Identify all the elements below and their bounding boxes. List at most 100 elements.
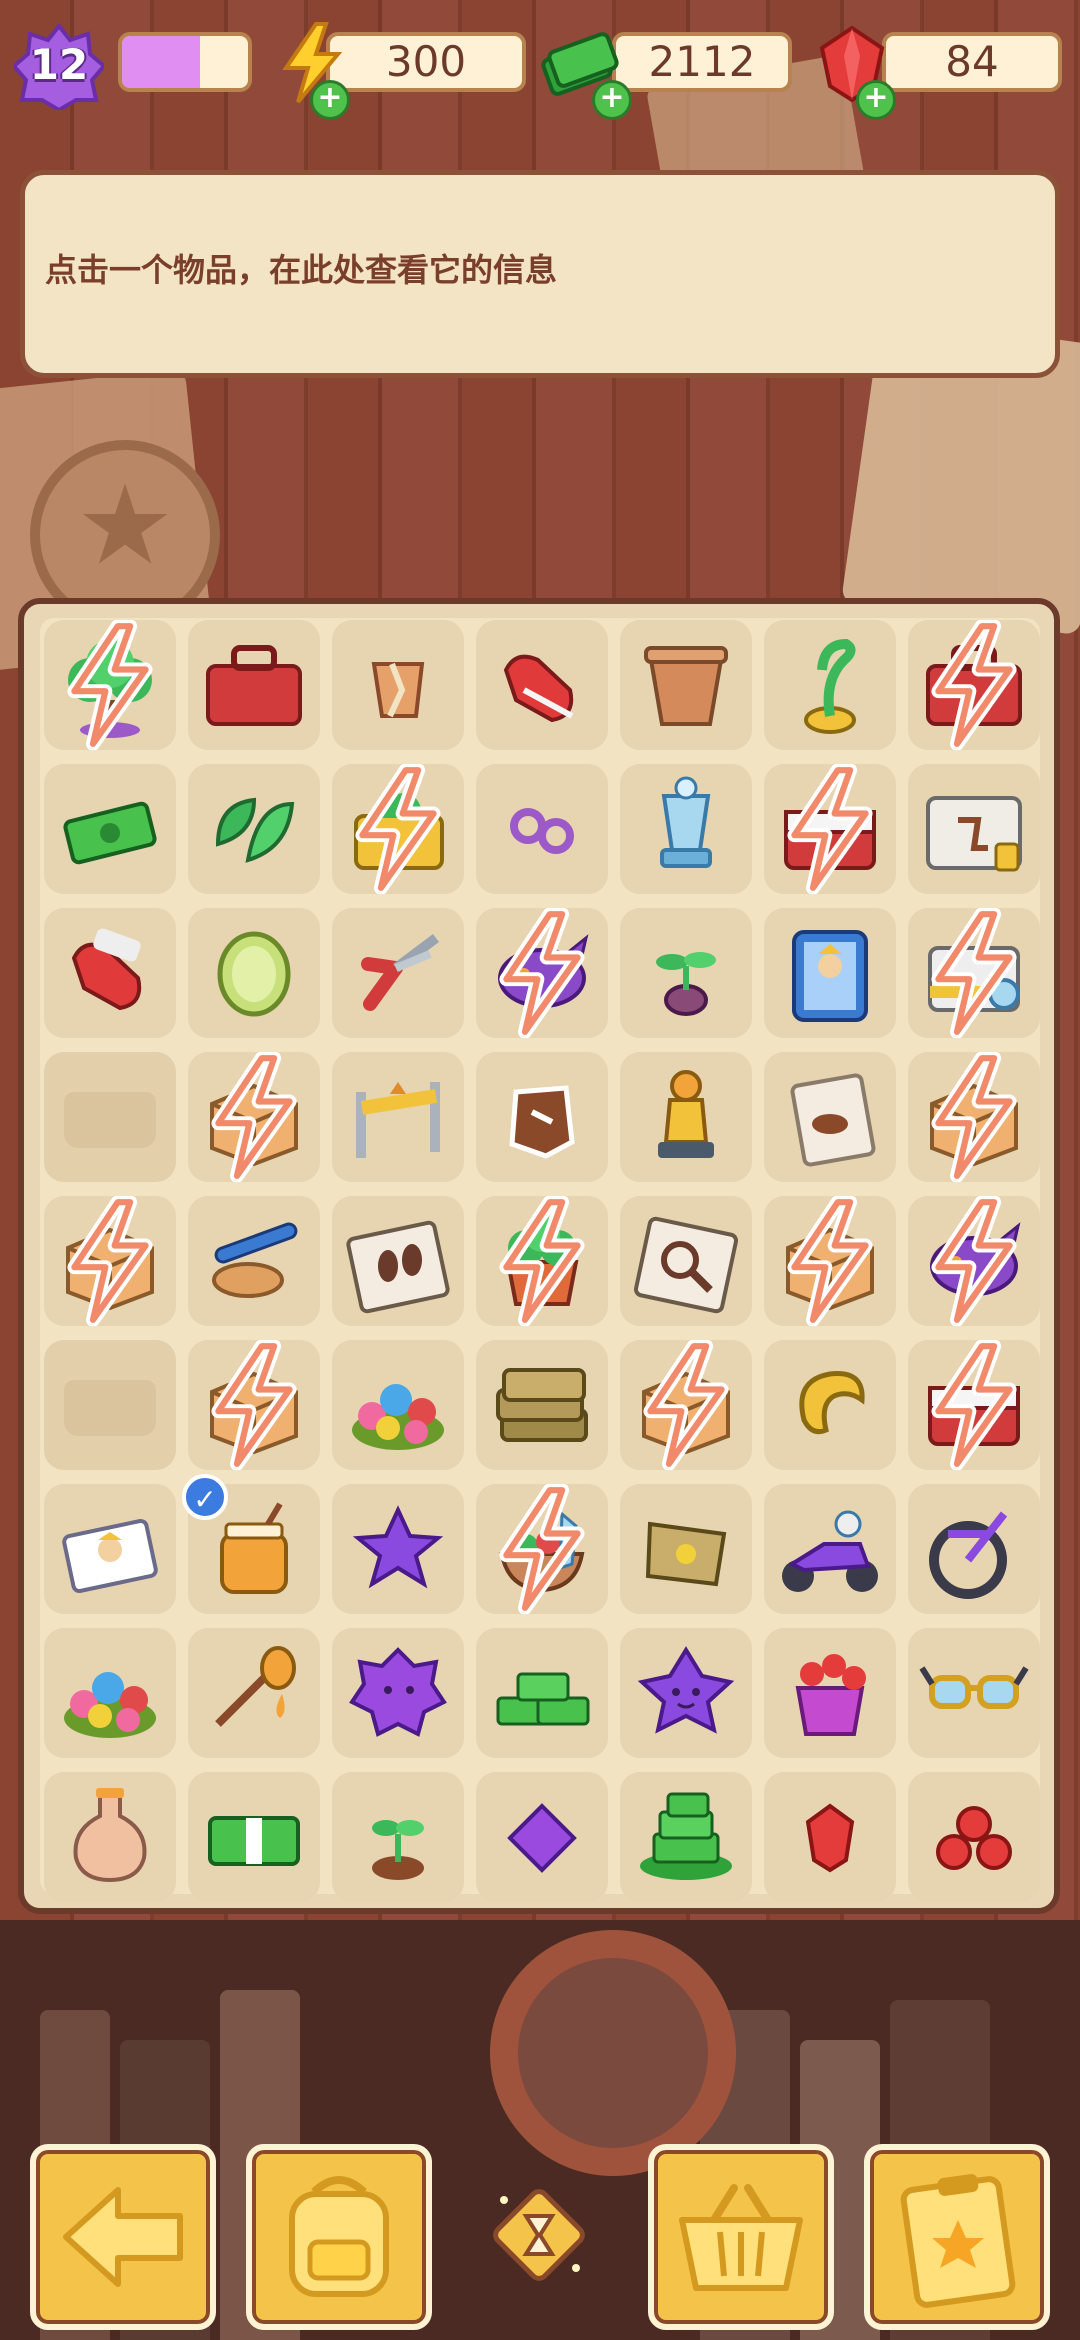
generator-energy-icon [499, 1484, 585, 1614]
board-cell[interactable] [332, 1484, 464, 1614]
board-cell[interactable] [188, 620, 320, 750]
clipboard-star-icon [900, 2174, 1016, 2308]
board-cell[interactable] [332, 620, 464, 750]
board-cell[interactable] [764, 908, 896, 1038]
generator-energy-icon [211, 1052, 297, 1182]
potion-bottle-icon [73, 1788, 147, 1883]
board-cell[interactable] [620, 1052, 752, 1182]
board-cell[interactable] [188, 1340, 320, 1470]
flower-bouquet-icon [352, 1384, 444, 1450]
board-cell[interactable] [764, 1484, 896, 1614]
generator-energy-icon [355, 764, 441, 894]
board-cell[interactable] [908, 1196, 1040, 1326]
board-cell[interactable] [476, 1196, 608, 1326]
add-gem-button[interactable]: + [856, 80, 896, 120]
board-cell[interactable] [620, 1772, 752, 1902]
character-card-icon [62, 1518, 158, 1594]
board-cell[interactable] [764, 764, 896, 894]
board-cell[interactable] [908, 1772, 1040, 1902]
board-cell[interactable] [188, 908, 320, 1038]
board-cell[interactable] [44, 1196, 176, 1326]
board-cell[interactable] [764, 1052, 896, 1182]
board-cell[interactable] [764, 1340, 896, 1470]
board-cell[interactable] [332, 1772, 464, 1902]
board-cell[interactable] [188, 1196, 320, 1326]
board-cell[interactable] [476, 1052, 608, 1182]
board-grid: ✓ [40, 618, 1040, 1902]
board-cell[interactable] [908, 1484, 1040, 1614]
board-cell[interactable] [476, 1340, 608, 1470]
board-cell[interactable] [476, 908, 608, 1038]
purple-gem-icon [507, 1803, 577, 1873]
board-cell[interactable] [44, 1628, 176, 1758]
board-cell[interactable] [620, 620, 752, 750]
board-cell[interactable] [476, 620, 608, 750]
generator-energy-icon [499, 908, 585, 1038]
board-cell[interactable] [764, 620, 896, 750]
board-cell[interactable] [620, 908, 752, 1038]
board-cell[interactable] [764, 1772, 896, 1902]
board-cell[interactable] [620, 1196, 752, 1326]
board-cell[interactable] [332, 1052, 464, 1182]
empty-cell[interactable] [44, 1052, 176, 1182]
board-cell[interactable] [908, 764, 1040, 894]
board-cell[interactable] [908, 620, 1040, 750]
board-cell[interactable] [620, 1628, 752, 1758]
board-cell[interactable] [188, 764, 320, 894]
board-cell[interactable] [476, 1772, 608, 1902]
board-cell[interactable]: ✓ [182, 1474, 320, 1614]
board-cell[interactable] [476, 764, 608, 894]
generator-energy-icon [211, 1340, 297, 1470]
checkmark-icon: ✓ [182, 1474, 228, 1520]
board-cell[interactable] [908, 1052, 1040, 1182]
rolling-pin-pastry-icon [212, 1222, 298, 1298]
board-cell[interactable] [620, 1484, 752, 1614]
board-cell[interactable] [44, 1772, 176, 1902]
tasks-clipboard-button[interactable] [864, 2144, 1050, 2330]
generator-energy-icon [67, 620, 153, 750]
back-arrow-icon [63, 2187, 183, 2287]
board-cell[interactable] [620, 764, 752, 894]
board-cell[interactable] [44, 764, 176, 894]
clay-pot-icon [644, 646, 728, 726]
board-cell[interactable] [44, 620, 176, 750]
board-cell[interactable] [332, 1628, 464, 1758]
board-cell[interactable] [188, 1772, 320, 1902]
add-energy-button[interactable]: + [310, 80, 350, 120]
board-cell[interactable] [332, 1340, 464, 1470]
board-cell[interactable] [188, 1628, 320, 1758]
back-button[interactable] [30, 2144, 216, 2330]
board-cell[interactable] [332, 908, 464, 1038]
board-cell[interactable] [764, 1628, 896, 1758]
board-cell[interactable] [908, 1628, 1040, 1758]
empty-cell[interactable] [44, 1340, 176, 1470]
green-leaves-icon [215, 797, 295, 863]
board-cell[interactable] [332, 1196, 464, 1326]
board-cell[interactable] [908, 908, 1040, 1038]
board-cell[interactable] [332, 764, 464, 894]
cash-counter[interactable]: 2112 [612, 32, 792, 92]
add-cash-button[interactable]: + [592, 80, 632, 120]
board-cell[interactable] [476, 1484, 608, 1614]
board-cell[interactable] [908, 1340, 1040, 1470]
level-progress-fill [122, 36, 201, 88]
merge-board: ✓ [18, 598, 1060, 1914]
pawn-figure-icon [658, 1070, 714, 1158]
board-cell[interactable] [44, 908, 176, 1038]
board-cell[interactable] [476, 1628, 608, 1758]
energy-counter[interactable]: 300 [326, 32, 526, 92]
top-hud: 12 300 + 2112 + 84 + [0, 20, 1080, 120]
board-cell[interactable] [188, 1052, 320, 1182]
purple-beads-icon [510, 808, 574, 854]
purple-bicycle-icon [929, 1511, 1008, 1599]
item-info-panel: 点击一个物品，在此处查看它的信息 [20, 170, 1060, 378]
hourglass-timer-icon[interactable] [484, 2180, 594, 2290]
board-cell[interactable] [620, 1340, 752, 1470]
board-cell[interactable] [764, 1196, 896, 1326]
cash-bill-icon [63, 801, 157, 865]
basket-button[interactable] [648, 2144, 834, 2330]
board-cell[interactable] [44, 1484, 176, 1614]
generator-energy-icon [931, 620, 1017, 750]
backpack-button[interactable] [246, 2144, 432, 2330]
gem-counter[interactable]: 84 [882, 32, 1062, 92]
